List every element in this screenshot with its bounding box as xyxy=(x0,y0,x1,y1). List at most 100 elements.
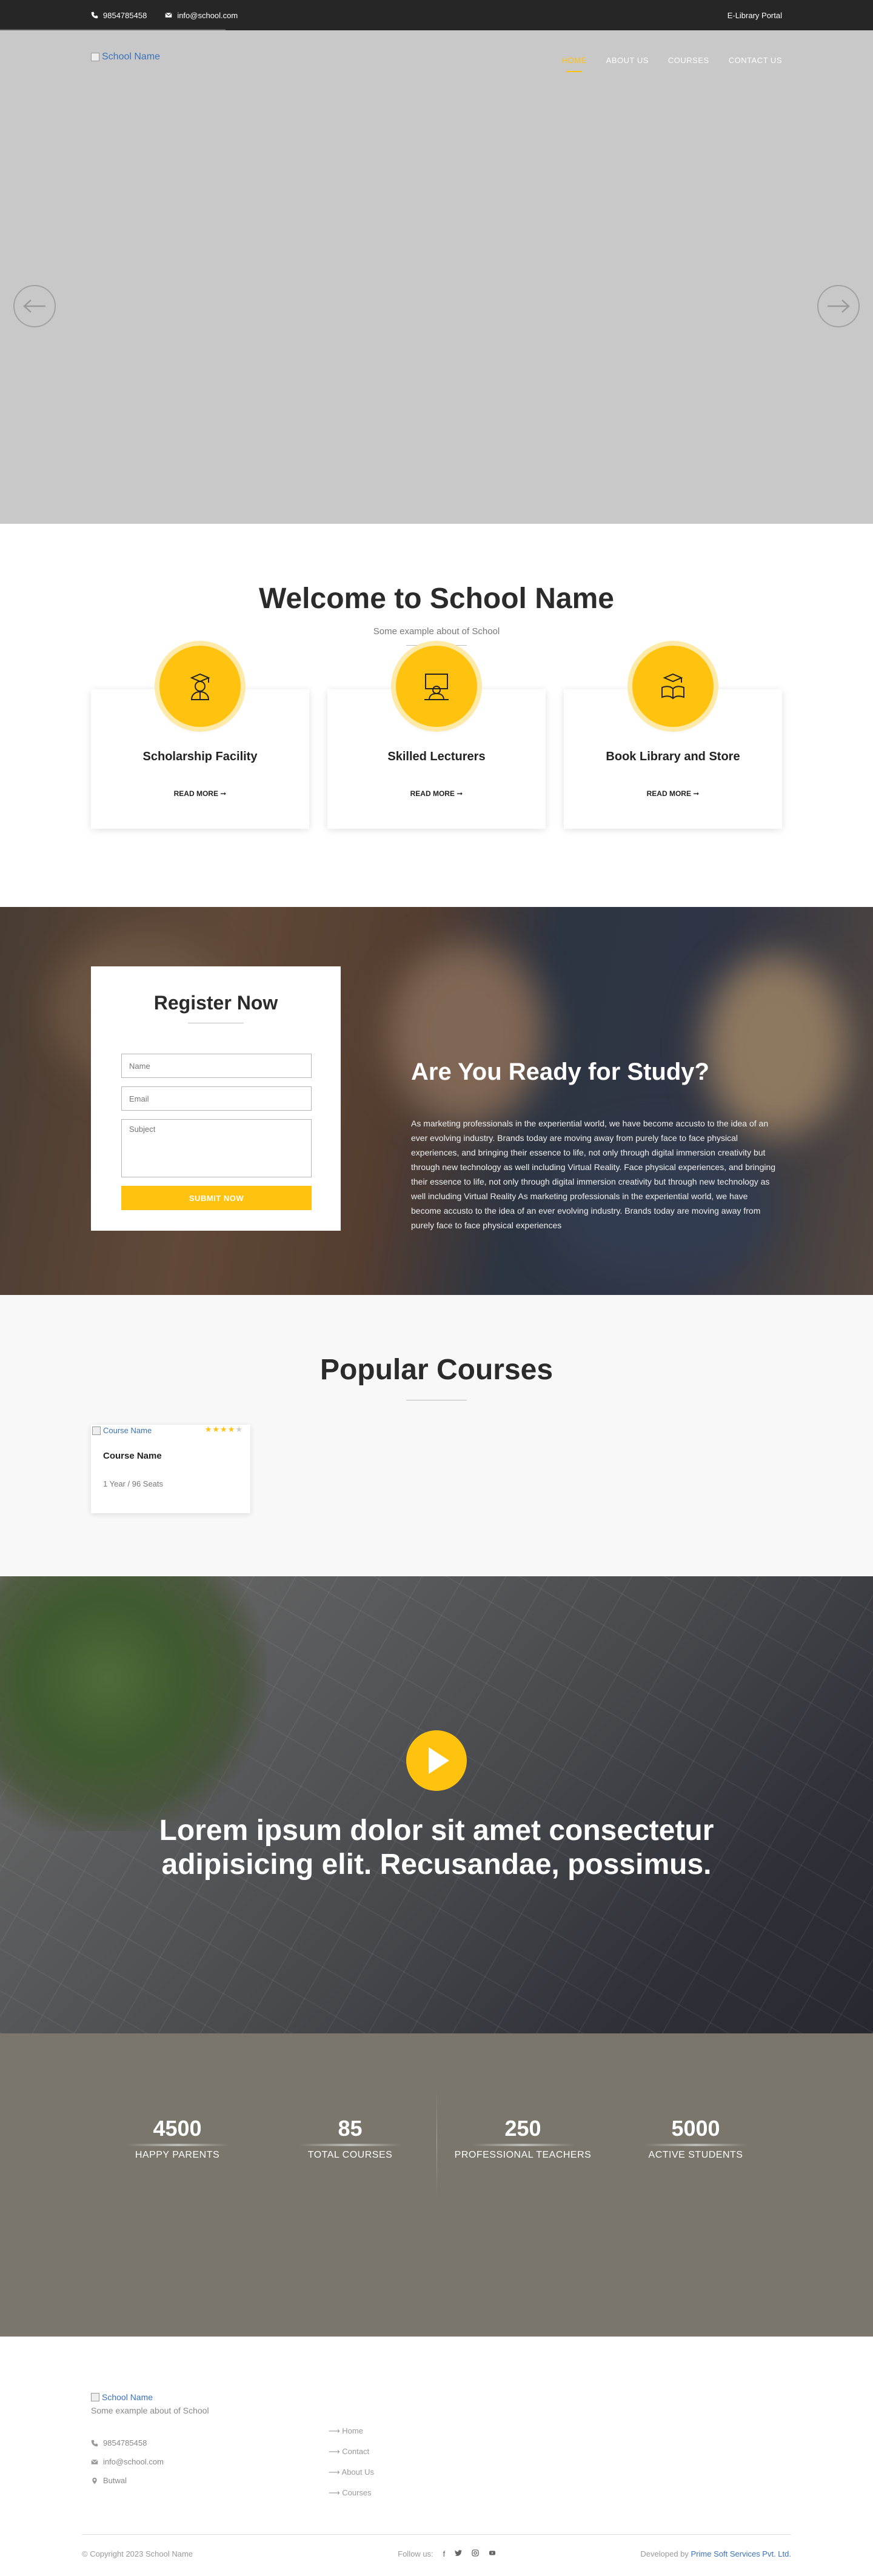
feature-card-library: Book Library and Store READ MORE ➞ xyxy=(564,646,782,829)
developer-link[interactable]: Prime Soft Services Pvt. Ltd. xyxy=(691,2549,791,2558)
developer-credit: Developed by Prime Soft Services Pvt. Lt… xyxy=(640,2549,791,2558)
topbar-email-text: info@school.com xyxy=(177,10,238,20)
twitter-icon[interactable] xyxy=(455,2549,463,2558)
video-headline: Lorem ipsum dolor sit amet consectetur a… xyxy=(159,1815,714,1881)
nav-home[interactable]: HOME xyxy=(562,56,587,72)
arrow-right-icon: ⟶ xyxy=(329,2467,342,2477)
study-title: Are You Ready for Study? xyxy=(411,1059,709,1085)
footer-phone-text: 9854785458 xyxy=(103,2438,147,2447)
footer-logo-alt: School Name xyxy=(102,2392,153,2402)
read-more-link[interactable]: READ MORE ➞ xyxy=(647,789,700,798)
twitter-bird-shape xyxy=(455,2550,463,2556)
name-input[interactable] xyxy=(121,1054,312,1078)
footer-subtitle: Some example about of School xyxy=(91,2406,209,2415)
stat-value: 85 xyxy=(338,2116,363,2141)
study-text-block: Are You Ready for Study? As marketing pr… xyxy=(411,1059,775,1233)
popular-courses-section: Popular Courses Course Name ★★★★★ Course… xyxy=(0,1295,873,1576)
topbar-phone-text: 9854785458 xyxy=(103,10,147,20)
stats-separator xyxy=(436,2088,437,2197)
youtube-icon[interactable] xyxy=(489,2549,496,2558)
course-image-alt: Course Name xyxy=(103,1426,152,1435)
feature-card-scholarship: Scholarship Facility READ MORE ➞ xyxy=(91,646,309,829)
course-name: Course Name xyxy=(103,1451,162,1461)
map-pin-icon xyxy=(92,2477,97,2484)
footer-phone[interactable]: 9854785458 xyxy=(91,2438,164,2447)
graduate-icon xyxy=(190,673,210,700)
slider-next-button[interactable] xyxy=(817,285,860,327)
nav-courses[interactable]: COURSES xyxy=(668,56,709,72)
broken-image-icon xyxy=(92,1426,101,1435)
feature-icon-circle xyxy=(632,646,714,727)
background-tree xyxy=(0,1576,267,1831)
footer-contact-info: 9854785458 info@school.com Butwal xyxy=(91,2438,164,2495)
stat-active-students: 5000 ACTIVE STUDENTS xyxy=(609,2116,782,2161)
footer-link-label: Home xyxy=(342,2426,363,2435)
facebook-icon[interactable]: f xyxy=(443,2549,446,2558)
stats-section: 4500 HAPPY PARENTS 85 TOTAL COURSES 250 … xyxy=(0,2033,873,2337)
feature-card-lecturers: Skilled Lecturers READ MORE ➞ xyxy=(327,646,546,829)
instagram-icon[interactable] xyxy=(472,2549,479,2558)
play-video-button[interactable] xyxy=(406,1730,467,1791)
footer-link-courses[interactable]: ⟶ Courses xyxy=(329,2488,374,2498)
feature-title: Book Library and Store xyxy=(606,750,740,763)
read-more-link[interactable]: READ MORE ➞ xyxy=(410,789,463,798)
footer-link-label: About Us xyxy=(341,2467,375,2477)
welcome-subtitle: Some example about of School xyxy=(373,626,500,637)
star-icon: ★ xyxy=(220,1425,228,1434)
site-footer: School Name Some example about of School… xyxy=(0,2337,873,2576)
stat-divider xyxy=(125,2144,229,2146)
stat-total-courses: 85 TOTAL COURSES xyxy=(264,2116,436,2161)
site-logo-alt: School Name xyxy=(102,52,161,62)
phone-icon xyxy=(91,2440,98,2446)
footer-bottom-bar: © Copyright 2023 School Name Follow us: … xyxy=(82,2534,791,2558)
stat-divider xyxy=(471,2144,575,2146)
stat-label: PROFESSIONAL TEACHERS xyxy=(454,2150,592,2160)
site-logo[interactable]: School Name xyxy=(91,52,160,62)
stat-divider xyxy=(298,2144,402,2146)
nav-contact-us[interactable]: CONTACT US xyxy=(729,56,782,72)
video-section: Lorem ipsum dolor sit amet consectetur a… xyxy=(0,1576,873,2033)
feature-title: Scholarship Facility xyxy=(142,750,258,763)
star-empty-icon: ★ xyxy=(235,1425,243,1434)
welcome-section: Welcome to School Name Some example abou… xyxy=(0,524,873,907)
broken-image-icon xyxy=(91,53,99,61)
slider-prev-button[interactable] xyxy=(13,285,56,327)
topbar-email[interactable]: info@school.com xyxy=(165,11,238,20)
star-icon: ★ xyxy=(227,1425,236,1434)
course-rating: ★★★★★ xyxy=(205,1425,243,1434)
dev-prefix: Developed by xyxy=(640,2549,689,2558)
footer-link-contact[interactable]: ⟶ Contact xyxy=(329,2447,374,2457)
star-icon: ★ xyxy=(212,1425,221,1434)
envelope-icon xyxy=(165,12,172,18)
stat-label: HAPPY PARENTS xyxy=(135,2150,220,2160)
topbar-phone[interactable]: 9854785458 xyxy=(91,11,147,20)
arrow-right-icon: ⟶ xyxy=(329,2447,343,2456)
star-icon: ★ xyxy=(204,1425,213,1434)
elibrary-portal-link[interactable]: E-Library Portal xyxy=(728,11,782,20)
course-card[interactable]: Course Name ★★★★★ Course Name 1 Year / 9… xyxy=(91,1425,250,1513)
footer-logo[interactable]: School Name xyxy=(91,2392,153,2402)
play-icon xyxy=(429,1747,449,1774)
courses-title: Popular Courses xyxy=(319,1354,554,1386)
email-input[interactable] xyxy=(121,1086,312,1111)
nav-about-us[interactable]: ABOUT US xyxy=(606,56,649,72)
footer-links: ⟶ Home ⟶ Contact ⟶ About Us ⟶ Courses xyxy=(329,2426,374,2509)
stat-professional-teachers: 250 PROFESSIONAL TEACHERS xyxy=(436,2116,609,2161)
read-more-link[interactable]: READ MORE ➞ xyxy=(174,789,227,798)
envelope-icon xyxy=(91,2459,98,2464)
stat-value: 5000 xyxy=(671,2116,720,2141)
study-body: As marketing professionals in the experi… xyxy=(411,1119,776,1230)
feature-icon-circle xyxy=(396,646,477,727)
arrow-left-icon xyxy=(23,299,45,313)
main-nav: HOME ABOUT US COURSES CONTACT US xyxy=(562,56,782,72)
subject-textarea[interactable] xyxy=(121,1119,312,1177)
welcome-title: Welcome to School Name xyxy=(259,583,614,615)
hero-slider: School Name HOME ABOUT US COURSES CONTAC… xyxy=(0,30,873,524)
submit-button[interactable]: SUBMIT NOW xyxy=(121,1186,312,1210)
footer-email[interactable]: info@school.com xyxy=(91,2457,164,2466)
footer-link-about-us[interactable]: ⟶ About Us xyxy=(329,2467,374,2477)
footer-link-label: Courses xyxy=(342,2488,372,2497)
footer-link-home[interactable]: ⟶ Home xyxy=(329,2426,374,2436)
feature-title: Skilled Lecturers xyxy=(387,750,486,763)
register-study-section: Register Now SUBMIT NOW Are You Ready fo… xyxy=(0,907,873,1295)
